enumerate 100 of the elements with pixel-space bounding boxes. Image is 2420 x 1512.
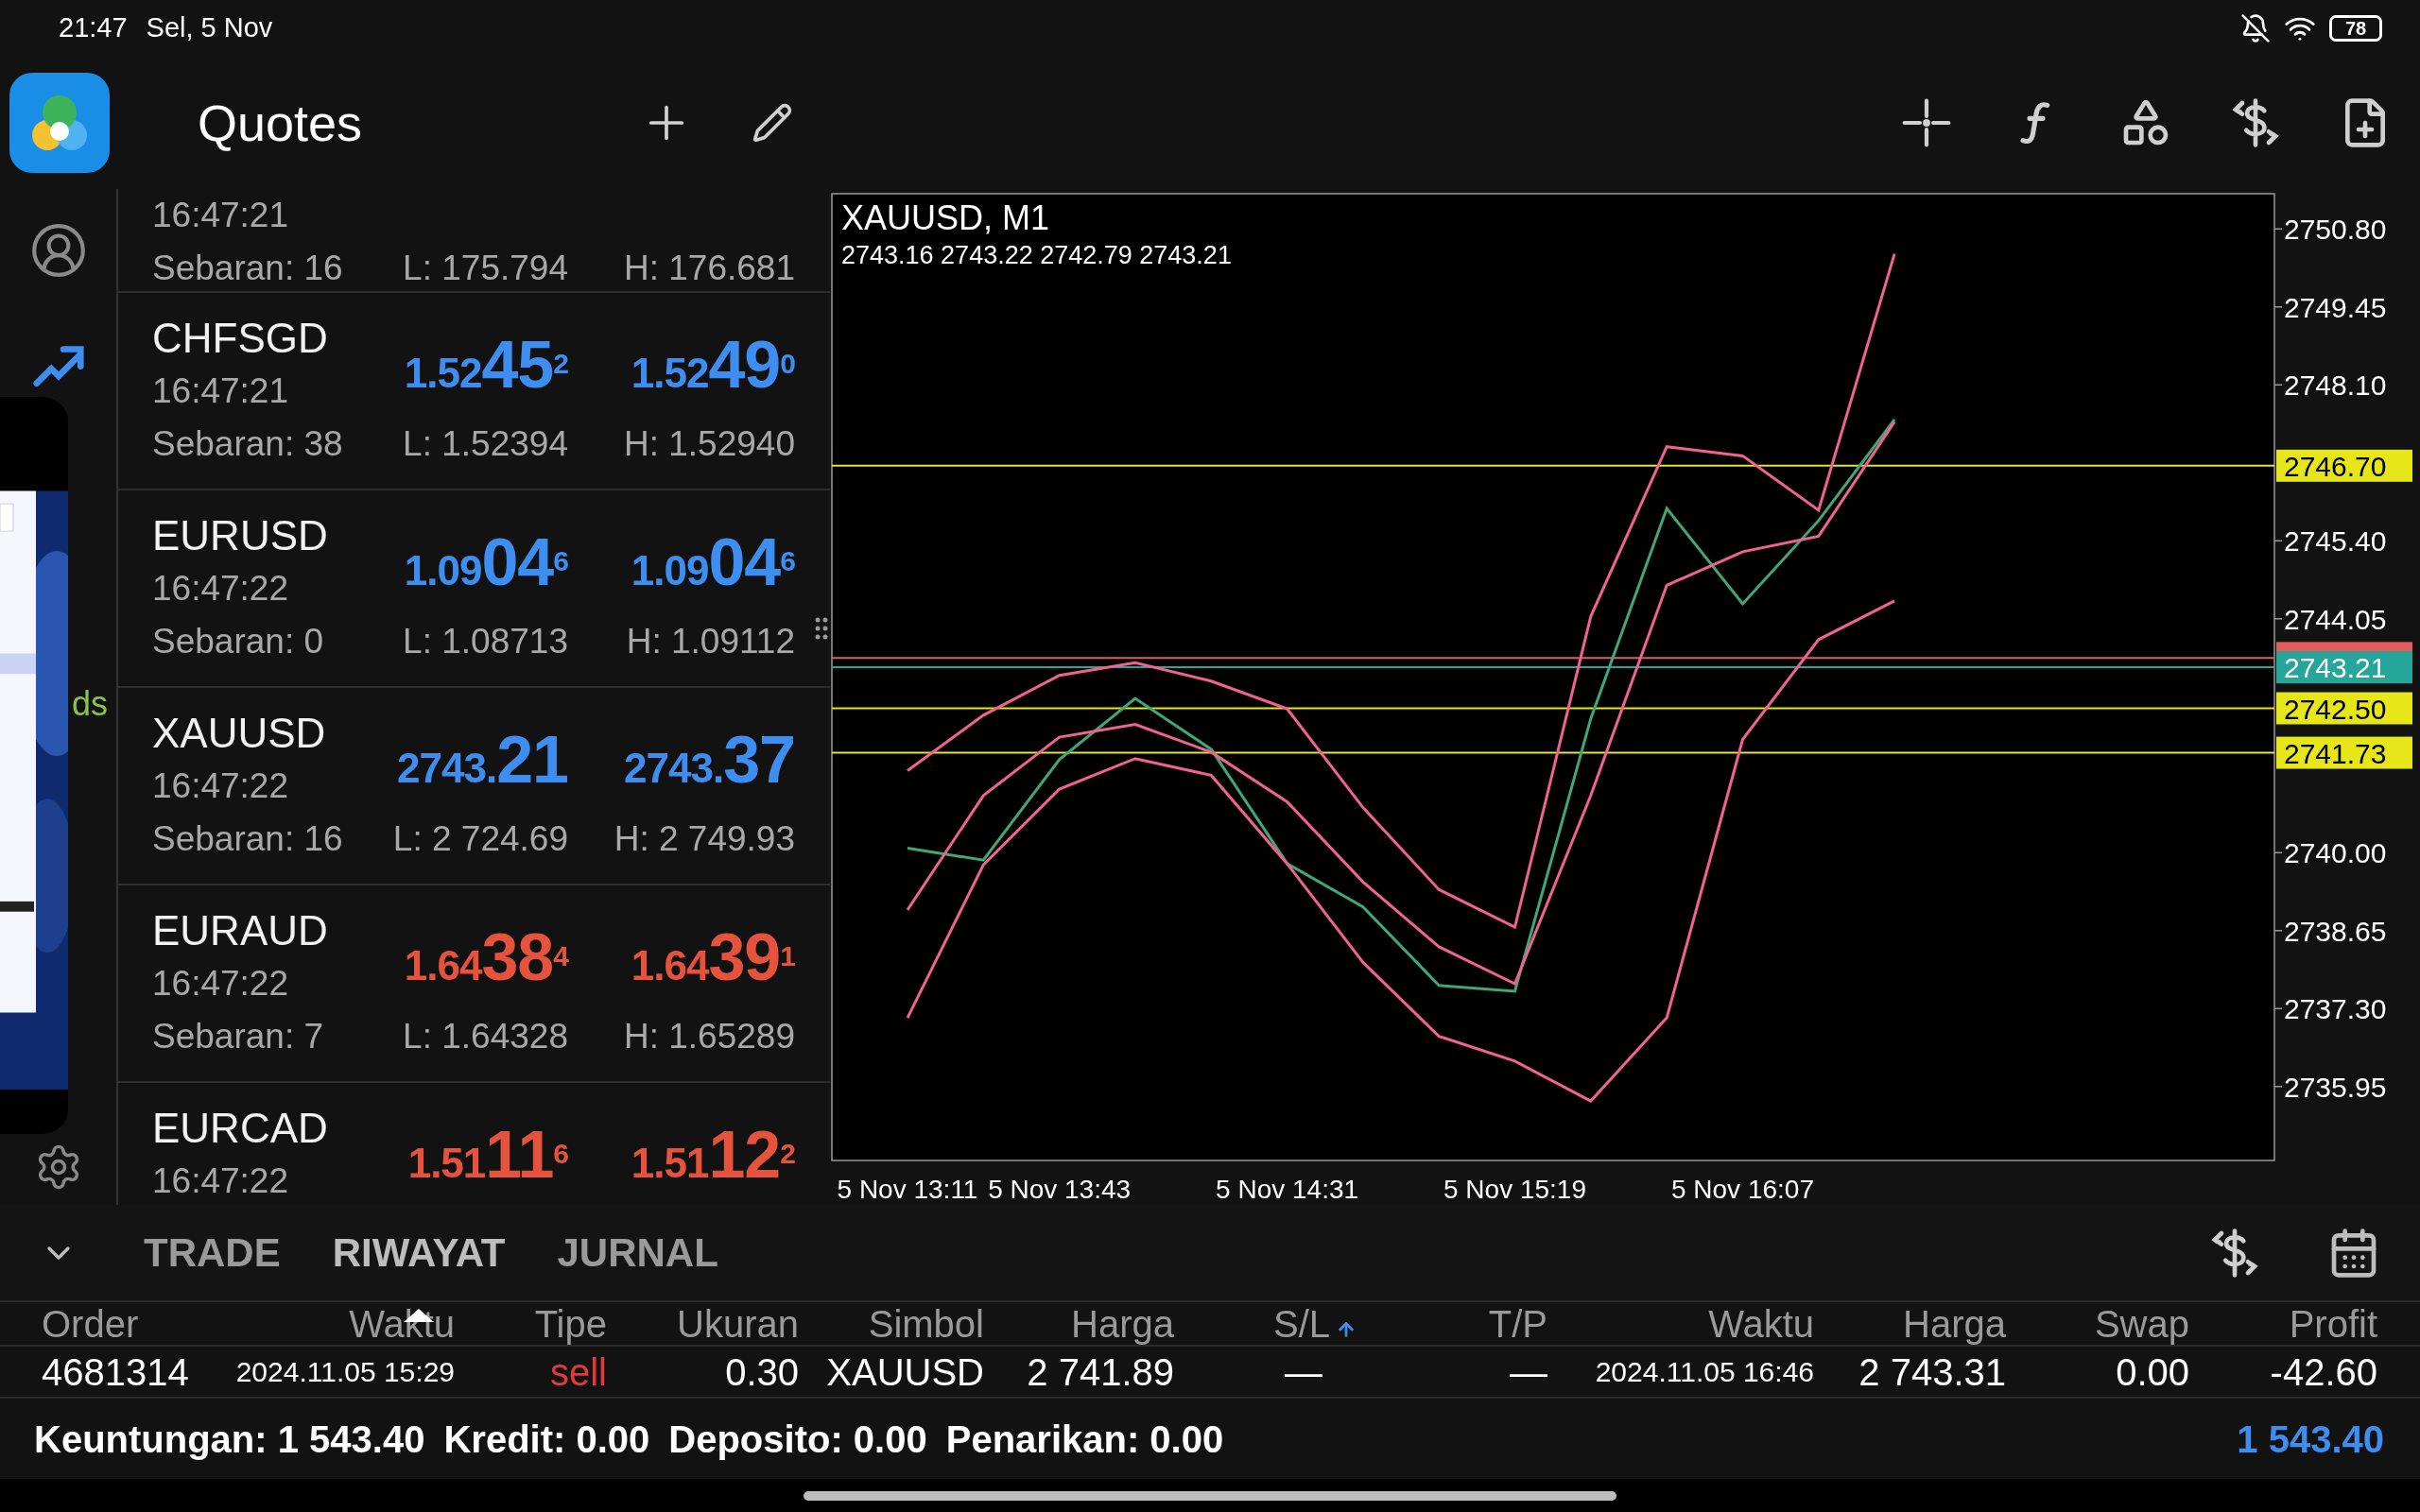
low-price: L: 175.794	[402, 248, 568, 290]
table-cell: 2024.11.05 15:29	[235, 1357, 455, 1386]
time-tick-label: 5 Nov 16:07	[1670, 1175, 1814, 1204]
time-tick-label: 5 Nov 13:43	[988, 1175, 1132, 1204]
column-header[interactable]: Waktu	[1708, 1304, 1814, 1343]
table-cell: 2 743.31	[1858, 1352, 2006, 1391]
summary-text: Keuntungan: 1 543.40	[34, 1417, 425, 1462]
quote-time: 16:47:22	[152, 963, 290, 1005]
panel-tab[interactable]: TRADE	[144, 1223, 281, 1282]
bell-off-icon	[2240, 13, 2271, 43]
date: Sel, 5 Nov	[146, 11, 273, 45]
home-indicator[interactable]	[804, 1490, 1616, 1501]
spread-text: Sebaran: 16	[152, 818, 344, 861]
quote-time: 16:47:22	[152, 765, 290, 808]
price-tick-label: 2735.95	[2284, 1071, 2387, 1103]
table-cell: 4681314	[42, 1352, 189, 1391]
low-price: L: 1.08713	[402, 621, 568, 663]
ask-price: 1.5249$^{0}$	[631, 332, 795, 398]
price-tick-label: 2750.80	[2284, 214, 2387, 246]
price-tick-label: 2744.05	[2284, 603, 2387, 635]
low-price: L: 1.64328	[402, 1016, 568, 1058]
ref-line-label: 2746.70	[2284, 450, 2387, 482]
high-price: H: 176.681	[622, 248, 795, 290]
column-header[interactable]: Harga	[1071, 1304, 1174, 1343]
price-marker: 2743.21	[2276, 651, 2412, 684]
bid-price: 1.0904$^{6}$	[404, 529, 568, 595]
panel-tab[interactable]: JURNAL	[557, 1223, 718, 1282]
ask-price: 1.0904$^{6}$	[631, 529, 795, 595]
page-title: Quotes	[198, 93, 363, 153]
bid-price: 1.5245$^{2}$	[404, 332, 568, 398]
high-price: H: 1.52940	[622, 423, 795, 466]
spread-text: Sebaran: 16	[152, 248, 344, 290]
column-header[interactable]: Tipe	[534, 1304, 607, 1343]
ohlc-values: 2743.16 2743.22 2742.79 2743.21	[841, 241, 1232, 269]
chart-title: XAUUSD, M1	[841, 198, 1050, 237]
ask-price: 2743.37	[624, 727, 795, 793]
summary-text: Penarikan: 0.00	[945, 1417, 1224, 1462]
spread-text: Sebaran: 7	[152, 1016, 325, 1058]
price-tick-label: 2738.65	[2284, 915, 2387, 947]
table-cell: —	[1285, 1352, 1322, 1391]
table-cell: -42.60	[2270, 1352, 2377, 1391]
symbol-name[interactable]: CHFSGD	[152, 307, 366, 369]
price-marker: 2746.70	[2276, 449, 2412, 482]
ask-price: 1.6439$^{1}$	[631, 924, 795, 990]
spread-text: Sebaran: 0	[152, 621, 325, 663]
price-marker: 2742.50	[2276, 692, 2412, 725]
column-header[interactable]: Swap	[2094, 1304, 2189, 1343]
quote-time: 16:47:22	[152, 568, 290, 610]
crosshair-icon[interactable]	[1900, 96, 1953, 149]
app-logo-icon[interactable]	[9, 73, 110, 173]
panel-tab[interactable]: RIWAYAT	[332, 1223, 506, 1282]
symbol-name[interactable]: XAUUSD	[152, 702, 366, 765]
time-tick-label: 5 Nov 15:19	[1443, 1175, 1587, 1204]
column-header[interactable]: T/P	[1488, 1304, 1547, 1343]
clock: 21:47	[59, 11, 128, 45]
price-tick-label: 2745.40	[2284, 525, 2387, 558]
quote-time: 16:47:21	[152, 195, 290, 237]
price-tick-label: 2748.10	[2284, 369, 2387, 402]
bid-price: 2743.21	[397, 727, 568, 793]
column-header[interactable]: S/L	[1272, 1304, 1330, 1343]
drag-handle-icon[interactable]	[815, 616, 828, 641]
column-header[interactable]: Order	[42, 1304, 139, 1343]
symbol-name[interactable]: EURUSD	[152, 505, 366, 567]
symbol-name[interactable]: EURAUD	[152, 900, 366, 962]
price-tick-label: 2740.00	[2284, 837, 2387, 869]
high-price: H: 2 749.93	[613, 818, 795, 861]
time-tick-label: 5 Nov 13:11	[837, 1175, 978, 1204]
total-profit: 1 543.40	[2237, 1417, 2384, 1462]
price-tick-label: 2737.30	[2284, 993, 2387, 1025]
quote-time: 16:47:22	[152, 1160, 290, 1203]
bid-price: 1.5111$^{6}$	[407, 1122, 568, 1188]
battery-icon: 78	[2329, 15, 2382, 42]
low-price: L: 1.52394	[402, 423, 568, 466]
price-marker: 2741.73	[2276, 736, 2412, 769]
table-cell: —	[1510, 1352, 1547, 1391]
column-header[interactable]: Simbol	[868, 1304, 984, 1343]
column-header[interactable]: Ukuran	[677, 1304, 799, 1343]
bid-price: 1.6438$^{4}$	[404, 924, 568, 990]
table-cell: 2024.11.05 16:46	[1595, 1357, 1814, 1386]
time-tick-label: 5 Nov 14:31	[1216, 1175, 1359, 1204]
table-cell: sell	[549, 1352, 607, 1391]
table-cell: XAUUSD	[826, 1352, 984, 1391]
ref-line-label: 2742.50	[2284, 693, 2387, 725]
ref-line-label: 2741.73	[2284, 737, 2387, 769]
summary-text: Kredit: 0.00	[443, 1417, 650, 1462]
symbol-name[interactable]: EURCAD	[152, 1097, 366, 1160]
column-header[interactable]: Profit	[2289, 1304, 2377, 1343]
low-price: L: 2 724.69	[391, 818, 568, 861]
quote-time: 16:47:21	[152, 370, 290, 413]
table-cell: 2 741.89	[1027, 1352, 1174, 1391]
high-price: H: 1.65289	[622, 1016, 795, 1058]
selection-caret-icon	[404, 1309, 435, 1322]
sidebar-label[interactable]: ds	[72, 687, 109, 721]
price-tick-label: 2749.45	[2284, 291, 2387, 323]
column-header[interactable]: Harga	[1903, 1304, 2006, 1343]
high-price: H: 1.09112	[625, 621, 795, 663]
table-cell: 0.30	[725, 1352, 799, 1391]
spread-text: Sebaran: 38	[152, 423, 344, 466]
edit-icon[interactable]	[752, 102, 794, 144]
ask-price: 1.5112$^{2}$	[631, 1122, 795, 1188]
